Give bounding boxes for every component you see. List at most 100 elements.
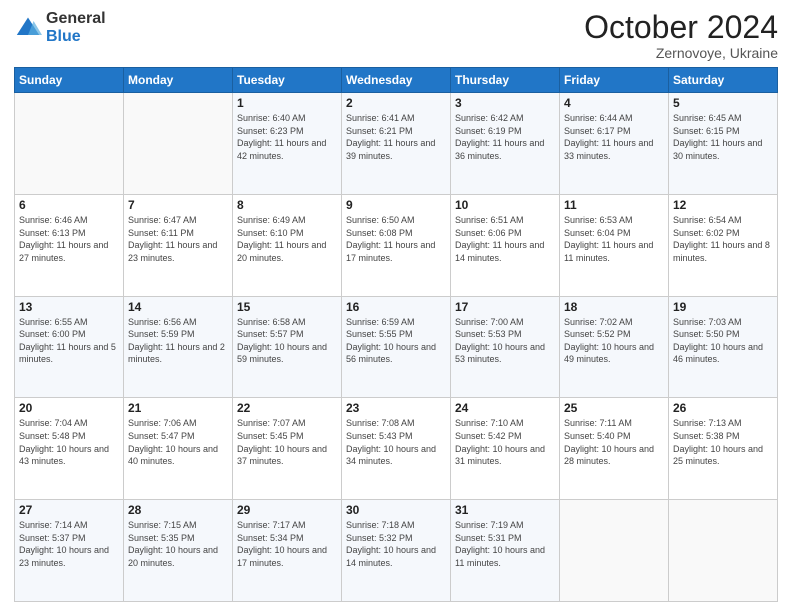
day-info: Sunrise: 7:13 AMSunset: 5:38 PMDaylight:… [673,417,773,467]
day-cell: 11 Sunrise: 6:53 AMSunset: 6:04 PMDayligh… [560,194,669,296]
day-info: Sunrise: 7:00 AMSunset: 5:53 PMDaylight:… [455,316,555,366]
day-cell: 3Sunrise: 6:42 AMSunset: 6:19 PMDaylight… [451,93,560,195]
week-row-3: 13 Sunrise: 6:55 AMSunset: 6:00 PMDayligh… [15,296,778,398]
day-cell: 31 Sunrise: 7:19 AMSunset: 5:31 PMDayligh… [451,500,560,602]
logo-general: General [46,10,106,28]
location: Zernovoye, Ukraine [584,45,778,61]
day-cell: 24Sunrise: 7:10 AMSunset: 5:42 PMDayligh… [451,398,560,500]
week-row-1: 1 Sunrise: 6:40 AMSunset: 6:23 PMDaylight… [15,93,778,195]
day-cell: 16Sunrise: 6:59 AMSunset: 5:55 PMDayligh… [342,296,451,398]
day-info: Sunrise: 7:06 AMSunset: 5:47 PMDaylight:… [128,417,228,467]
day-cell: 20 Sunrise: 7:04 AMSunset: 5:48 PMDayligh… [15,398,124,500]
day-number: 31 [455,503,555,517]
calendar-table: SundayMondayTuesdayWednesdayThursdayFrid… [14,67,778,602]
day-info: Sunrise: 7:19 AMSunset: 5:31 PMDaylight:… [455,519,555,569]
day-info: Sunrise: 7:11 AMSunset: 5:40 PMDaylight:… [564,417,664,467]
day-number: 3 [455,96,555,110]
logo: General Blue [14,10,106,45]
day-number: 22 [237,401,337,415]
day-number: 4 [564,96,664,110]
day-info: Sunrise: 6:56 AMSunset: 5:59 PMDaylight:… [128,316,228,366]
weekday-header-saturday: Saturday [669,68,778,93]
day-info: Sunrise: 6:40 AMSunset: 6:23 PMDaylight:… [237,112,337,162]
weekday-header-thursday: Thursday [451,68,560,93]
day-cell: 7Sunrise: 6:47 AMSunset: 6:11 PMDaylight… [124,194,233,296]
day-cell: 4 Sunrise: 6:44 AMSunset: 6:17 PMDaylight… [560,93,669,195]
day-info: Sunrise: 6:53 AMSunset: 6:04 PMDaylight:… [564,214,664,264]
day-number: 25 [564,401,664,415]
day-cell: 8 Sunrise: 6:49 AMSunset: 6:10 PMDaylight… [233,194,342,296]
day-info: Sunrise: 7:08 AMSunset: 5:43 PMDaylight:… [346,417,446,467]
day-number: 27 [19,503,119,517]
day-cell: 10 Sunrise: 6:51 AMSunset: 6:06 PMDayligh… [451,194,560,296]
weekday-header-wednesday: Wednesday [342,68,451,93]
day-cell: 22 Sunrise: 7:07 AMSunset: 5:45 PMDayligh… [233,398,342,500]
day-number: 1 [237,96,337,110]
day-cell: 2Sunrise: 6:41 AMSunset: 6:21 PMDaylight… [342,93,451,195]
weekday-header-tuesday: Tuesday [233,68,342,93]
day-number: 11 [564,198,664,212]
day-info: Sunrise: 7:07 AMSunset: 5:45 PMDaylight:… [237,417,337,467]
day-cell [15,93,124,195]
day-number: 16 [346,300,446,314]
day-number: 29 [237,503,337,517]
day-cell: 27Sunrise: 7:14 AMSunset: 5:37 PMDayligh… [15,500,124,602]
day-cell: 26 Sunrise: 7:13 AMSunset: 5:38 PMDayligh… [669,398,778,500]
day-info: Sunrise: 7:17 AMSunset: 5:34 PMDaylight:… [237,519,337,569]
day-number: 20 [19,401,119,415]
day-cell: 5 Sunrise: 6:45 AMSunset: 6:15 PMDaylight… [669,93,778,195]
day-cell: 29 Sunrise: 7:17 AMSunset: 5:34 PMDayligh… [233,500,342,602]
day-info: Sunrise: 6:44 AMSunset: 6:17 PMDaylight:… [564,112,664,162]
header: General Blue October 2024 Zernovoye, Ukr… [14,10,778,61]
day-cell: 30Sunrise: 7:18 AMSunset: 5:32 PMDayligh… [342,500,451,602]
day-number: 10 [455,198,555,212]
day-cell: 1 Sunrise: 6:40 AMSunset: 6:23 PMDaylight… [233,93,342,195]
logo-icon [14,14,42,42]
day-info: Sunrise: 7:02 AMSunset: 5:52 PMDaylight:… [564,316,664,366]
day-cell: 6 Sunrise: 6:46 AMSunset: 6:13 PMDaylight… [15,194,124,296]
day-info: Sunrise: 6:49 AMSunset: 6:10 PMDaylight:… [237,214,337,264]
day-info: Sunrise: 6:46 AMSunset: 6:13 PMDaylight:… [19,214,119,264]
day-number: 5 [673,96,773,110]
week-row-4: 20 Sunrise: 7:04 AMSunset: 5:48 PMDayligh… [15,398,778,500]
day-cell: 21 Sunrise: 7:06 AMSunset: 5:47 PMDayligh… [124,398,233,500]
weekday-header-friday: Friday [560,68,669,93]
day-cell: 15Sunrise: 6:58 AMSunset: 5:57 PMDayligh… [233,296,342,398]
day-number: 9 [346,198,446,212]
day-info: Sunrise: 7:04 AMSunset: 5:48 PMDaylight:… [19,417,119,467]
day-number: 6 [19,198,119,212]
day-cell: 17 Sunrise: 7:00 AMSunset: 5:53 PMDayligh… [451,296,560,398]
day-number: 28 [128,503,228,517]
day-info: Sunrise: 6:54 AMSunset: 6:02 PMDaylight:… [673,214,773,264]
weekday-header-row: SundayMondayTuesdayWednesdayThursdayFrid… [15,68,778,93]
weekday-header-sunday: Sunday [15,68,124,93]
day-info: Sunrise: 6:47 AMSunset: 6:11 PMDaylight:… [128,214,228,264]
day-number: 17 [455,300,555,314]
day-cell: 28 Sunrise: 7:15 AMSunset: 5:35 PMDayligh… [124,500,233,602]
day-number: 30 [346,503,446,517]
day-info: Sunrise: 6:51 AMSunset: 6:06 PMDaylight:… [455,214,555,264]
logo-blue: Blue [46,28,106,46]
month-title: October 2024 [584,10,778,45]
title-block: October 2024 Zernovoye, Ukraine [584,10,778,61]
day-number: 26 [673,401,773,415]
week-row-2: 6 Sunrise: 6:46 AMSunset: 6:13 PMDaylight… [15,194,778,296]
day-cell [669,500,778,602]
day-info: Sunrise: 7:03 AMSunset: 5:50 PMDaylight:… [673,316,773,366]
day-number: 24 [455,401,555,415]
day-info: Sunrise: 6:45 AMSunset: 6:15 PMDaylight:… [673,112,773,162]
day-cell: 13 Sunrise: 6:55 AMSunset: 6:00 PMDayligh… [15,296,124,398]
day-number: 18 [564,300,664,314]
day-info: Sunrise: 6:55 AMSunset: 6:00 PMDaylight:… [19,316,119,366]
day-info: Sunrise: 6:50 AMSunset: 6:08 PMDaylight:… [346,214,446,264]
day-number: 12 [673,198,773,212]
day-number: 23 [346,401,446,415]
day-cell [124,93,233,195]
day-number: 21 [128,401,228,415]
day-number: 19 [673,300,773,314]
day-number: 14 [128,300,228,314]
day-info: Sunrise: 7:15 AMSunset: 5:35 PMDaylight:… [128,519,228,569]
page: General Blue October 2024 Zernovoye, Ukr… [0,0,792,612]
day-number: 8 [237,198,337,212]
day-number: 13 [19,300,119,314]
